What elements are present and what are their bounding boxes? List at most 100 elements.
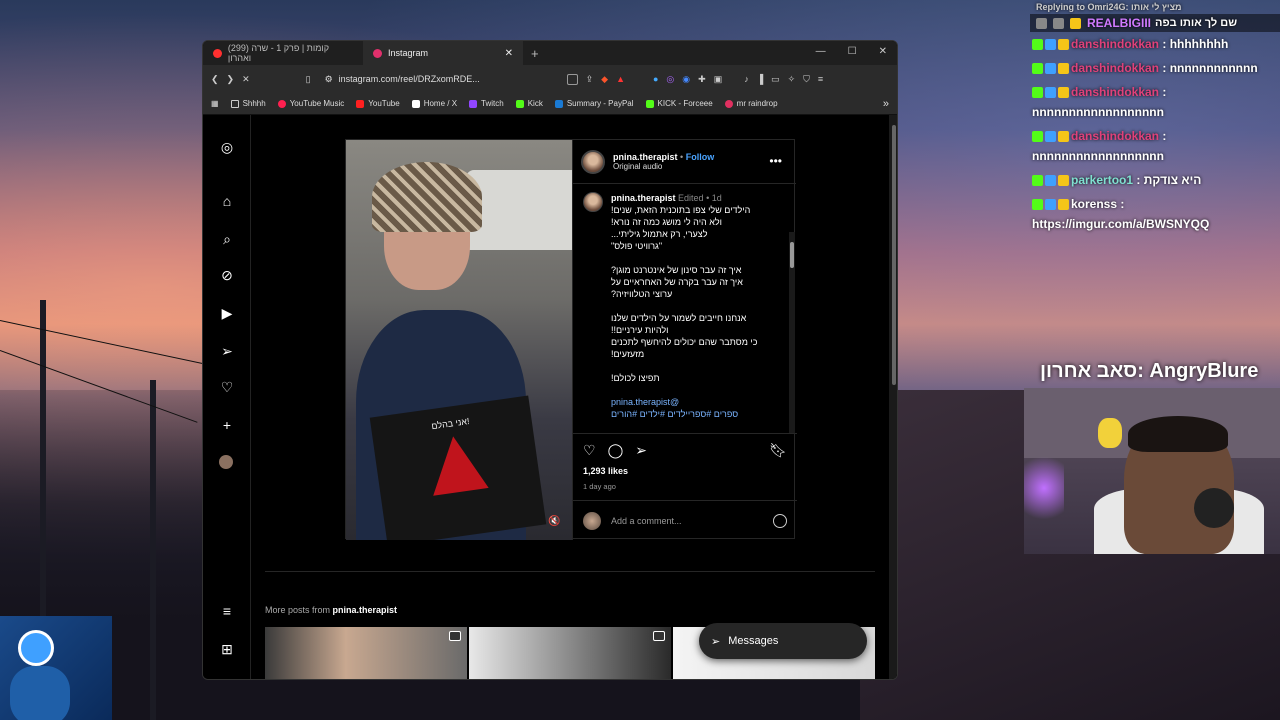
new-tab-button[interactable]: + xyxy=(523,46,547,61)
site-info-icon[interactable]: ⚙ xyxy=(325,74,333,85)
author-username[interactable]: pnina.therapist xyxy=(613,152,678,162)
browser-tab-instagram[interactable]: Instagram ✕ xyxy=(363,41,523,65)
back-icon[interactable]: ❮ xyxy=(211,74,219,85)
extension-icon[interactable]: ◉ xyxy=(682,74,690,85)
profile-avatar[interactable] xyxy=(219,455,233,469)
post-thumbnail[interactable] xyxy=(265,627,467,679)
extension-icon[interactable]: ● xyxy=(653,74,658,85)
audio-label[interactable]: Original audio xyxy=(613,162,714,171)
author-avatar[interactable] xyxy=(581,149,605,174)
save-bookmark-icon[interactable]: 🔖︎ xyxy=(769,442,787,459)
chat-link[interactable]: https://imgur.com/a/BWSNYQQ xyxy=(1032,217,1209,231)
bookmark-label: Kick xyxy=(527,99,543,108)
maximize-button[interactable]: ☐ xyxy=(848,46,857,57)
likes-count[interactable]: 1,293 likes xyxy=(583,466,628,476)
leo-ai-icon[interactable]: ✧ xyxy=(788,74,796,85)
browser-titlebar: (299) קומות | פרק 1 - שרה ואהרון Instagr… xyxy=(203,41,897,65)
like-heart-icon[interactable]: ♡ xyxy=(583,442,596,459)
post-thumbnail[interactable] xyxy=(469,627,671,679)
also-from-meta-icon[interactable]: ⊞ xyxy=(219,641,235,657)
menu-icon[interactable]: ≡ xyxy=(818,74,823,85)
caption-line[interactable]: @pnina.therapist xyxy=(611,396,781,408)
bookmark-item[interactable]: mr raindrop xyxy=(724,99,778,108)
address-bar[interactable]: ⚙ instagram.com/reel/DRZxomRDE... xyxy=(319,70,559,88)
messages-icon[interactable]: ➢ xyxy=(219,343,235,359)
timeout-icon[interactable] xyxy=(1053,17,1064,29)
search-icon[interactable]: ⌕ xyxy=(219,231,235,247)
caption-line: לצערי, רק אתמול גיליתי... xyxy=(611,229,708,239)
share-icon[interactable]: ⇪ xyxy=(586,74,594,85)
bookmarks-overflow-button[interactable]: » xyxy=(883,98,889,110)
media-icon[interactable]: ♪ xyxy=(744,74,749,85)
verified-badge-icon xyxy=(1045,199,1056,211)
chat-username[interactable]: danshindokkan xyxy=(1071,61,1159,75)
bookmark-item[interactable]: Kick xyxy=(515,99,543,108)
kick-icon xyxy=(515,99,524,108)
caption-username[interactable]: pnina.therapist xyxy=(611,193,676,203)
reels-icon[interactable]: ▶ xyxy=(219,305,235,321)
home-icon[interactable]: ⌂ xyxy=(219,193,235,209)
instagram-logo-icon[interactable]: ◎ xyxy=(219,139,235,155)
vpn-icon[interactable]: ⛉ xyxy=(803,74,810,85)
mute-icon[interactable]: 🔇 xyxy=(548,516,562,530)
page-scrollbar[interactable] xyxy=(889,115,897,679)
bookmark-item[interactable]: YouTube Music xyxy=(277,99,344,108)
caption-line: אנחנו חייבים לשמור על הילדים שלנו xyxy=(611,313,747,323)
chat-username[interactable]: danshindokkan xyxy=(1071,129,1159,143)
install-icon[interactable] xyxy=(566,73,578,85)
reel-badge-icon xyxy=(449,631,461,641)
more-posts-user[interactable]: pnina.therapist xyxy=(333,605,398,615)
sidebar-icon[interactable]: ▐ xyxy=(757,74,763,85)
bookmark-item[interactable]: Home / X xyxy=(411,99,457,108)
browser-tab-youtube[interactable]: (299) קומות | פרק 1 - שרה ואהרון xyxy=(203,41,363,65)
comment-icon[interactable]: ◯ xyxy=(608,442,624,459)
logo-icon xyxy=(18,630,54,666)
bookmark-item[interactable]: YouTube xyxy=(356,99,400,108)
bookmark-item[interactable]: Shhhh xyxy=(230,99,266,108)
chat-username[interactable]: danshindokkan xyxy=(1071,85,1159,99)
notifications-heart-icon[interactable]: ♡ xyxy=(219,379,235,395)
create-plus-icon[interactable]: + xyxy=(219,417,235,433)
sub-badge-icon xyxy=(1058,199,1069,211)
chat-separator: : xyxy=(1133,173,1144,187)
close-window-button[interactable]: ✕ xyxy=(879,46,887,57)
screenshot-icon[interactable]: ▣ xyxy=(714,74,723,85)
caption-line: הילדים שלי צפו בתוכנית הזאת, שנים! xyxy=(611,205,751,215)
chat-username[interactable]: REALBIGIII xyxy=(1087,16,1151,30)
close-tab-icon[interactable]: ✕ xyxy=(505,48,513,59)
brave-rewards-icon[interactable]: ▲ xyxy=(616,74,625,84)
stop-loading-icon[interactable]: ✕ xyxy=(242,74,250,85)
caption-scrollbar[interactable] xyxy=(789,232,795,433)
wallet-icon[interactable]: ▭ xyxy=(771,74,780,85)
chat-username[interactable]: danshindokkan xyxy=(1071,37,1159,51)
minimize-button[interactable]: — xyxy=(816,46,826,57)
trash-icon[interactable] xyxy=(1036,17,1047,29)
extension-icon[interactable]: ◎ xyxy=(666,74,674,85)
chat-username[interactable]: parkertoo1 xyxy=(1071,173,1133,187)
add-comment-input[interactable]: Add a comment... xyxy=(611,516,682,526)
share-paper-plane-icon[interactable]: ➢ xyxy=(635,442,647,459)
caption-line xyxy=(611,252,781,264)
more-options-icon[interactable]: ••• xyxy=(769,154,782,168)
bookmark-item[interactable]: Twitch xyxy=(469,99,504,108)
more-menu-icon[interactable]: ≡ xyxy=(219,603,235,619)
bookmark-page-icon[interactable]: ▯ xyxy=(306,74,311,85)
extensions-puzzle-icon[interactable]: ✚ xyxy=(698,74,706,85)
reel-video[interactable]: אני בהלם! 🔇 xyxy=(346,140,572,540)
caption-line[interactable]: ספרים #ספריילדים #ילדים #הורים xyxy=(611,408,781,420)
follow-button[interactable]: Follow xyxy=(686,152,715,162)
explore-icon[interactable]: ⊘ xyxy=(219,267,235,283)
forward-icon[interactable]: ❯ xyxy=(227,74,235,85)
apps-grid-icon[interactable]: ▦ xyxy=(211,99,219,108)
chat-message: parkertoo1 : היא צודקת xyxy=(1030,168,1280,192)
bookmark-item[interactable]: KICK - Forceee xyxy=(645,99,713,108)
caption-avatar[interactable] xyxy=(583,192,603,212)
bookmark-item[interactable]: Summary - PayPal xyxy=(554,99,634,108)
book-title: אני בהלם! xyxy=(430,415,471,432)
caption-line xyxy=(611,384,781,396)
chat-username[interactable]: korenss xyxy=(1071,197,1117,211)
emoji-icon[interactable] xyxy=(773,513,787,528)
messages-button[interactable]: ➢ Messages xyxy=(699,623,867,659)
brave-shield-icon[interactable]: ◆ xyxy=(601,74,608,85)
caption-line: "גרוויטי פולס" xyxy=(611,241,663,251)
